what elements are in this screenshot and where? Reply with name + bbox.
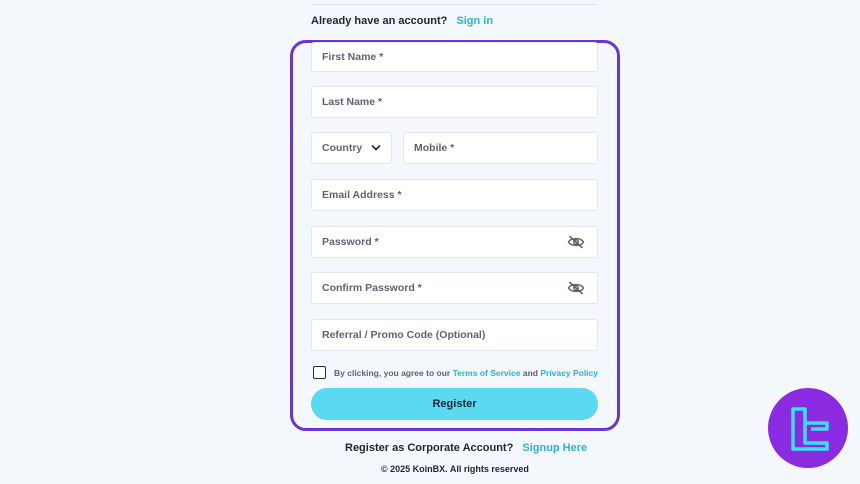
mobile-field[interactable]: Mobile * (403, 132, 598, 164)
email-field[interactable]: Email Address * (311, 179, 598, 211)
eye-slash-icon[interactable] (567, 235, 585, 249)
confirm-password-placeholder: Confirm Password * (322, 282, 422, 294)
top-divider (311, 4, 597, 5)
register-button[interactable]: Register (311, 388, 598, 420)
terms-prefix: By clicking, you agree to our (334, 367, 451, 378)
last-name-field[interactable]: Last Name * (311, 86, 598, 118)
corporate-prompt: Register as Corporate Account? Signup He… (345, 442, 587, 454)
first-name-placeholder: First Name * (322, 51, 384, 63)
eye-slash-icon[interactable] (567, 281, 585, 295)
already-account-text: Already have an account? (311, 15, 448, 27)
terms-of-service-link[interactable]: Terms of Service (453, 368, 521, 378)
signup-here-link[interactable]: Signup Here (522, 442, 587, 454)
logo-watermark (768, 388, 848, 468)
terms-and: and (522, 367, 538, 378)
terms-row: By clicking, you agree to our Terms of S… (313, 366, 598, 379)
country-label: Country (322, 142, 363, 154)
referral-field[interactable]: Referral / Promo Code (Optional) (311, 319, 598, 351)
copyright-text: © 2025 KoinBX. All rights reserved (381, 464, 529, 474)
referral-placeholder: Referral / Promo Code (Optional) (322, 329, 486, 341)
signin-link[interactable]: Sign in (456, 15, 493, 27)
mobile-placeholder: Mobile * (414, 142, 455, 154)
privacy-policy-link[interactable]: Privacy Policy (540, 368, 598, 378)
brand-logo-icon (791, 407, 829, 451)
chevron-down-icon (370, 142, 382, 154)
password-placeholder: Password * (322, 236, 379, 248)
last-name-placeholder: Last Name * (322, 96, 383, 108)
first-name-field[interactable]: First Name * (311, 42, 598, 72)
email-placeholder: Email Address * (322, 189, 402, 201)
signin-prompt: Already have an account? Sign in (311, 15, 493, 27)
terms-checkbox[interactable] (313, 366, 326, 379)
confirm-password-field[interactable]: Confirm Password * (311, 272, 598, 304)
password-field[interactable]: Password * (311, 226, 598, 258)
country-select[interactable]: Country (311, 132, 392, 164)
corporate-text: Register as Corporate Account? (345, 442, 514, 454)
